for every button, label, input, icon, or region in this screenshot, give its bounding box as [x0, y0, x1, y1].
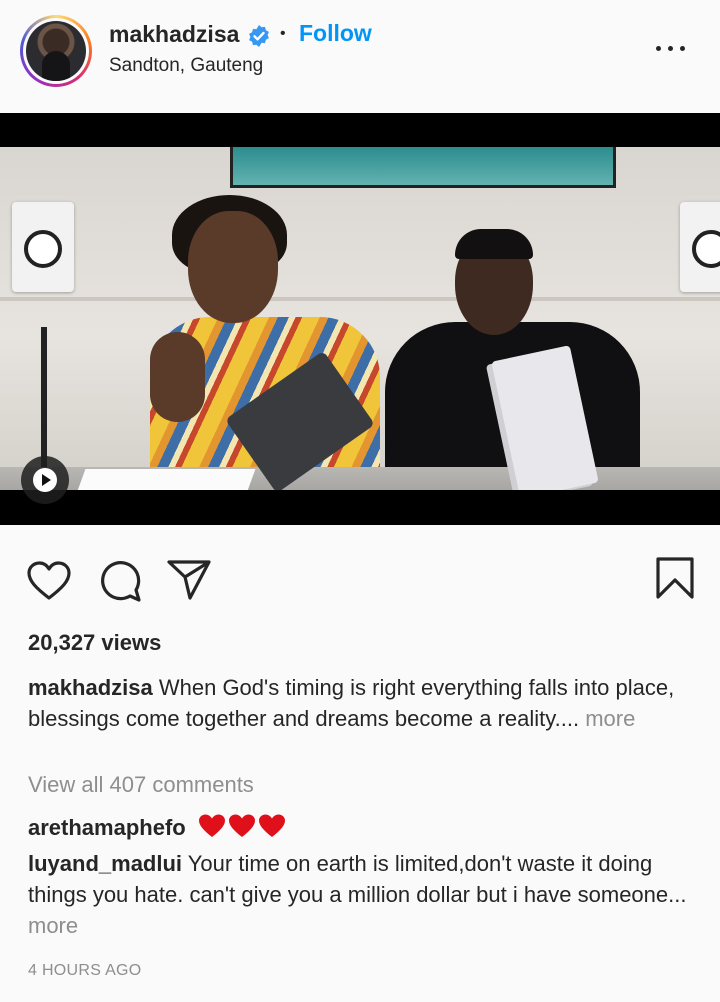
comment-username[interactable]: luyand_madlui: [28, 851, 182, 876]
separator-dot: •: [280, 25, 286, 42]
caption-username[interactable]: makhadzisa: [28, 675, 153, 700]
comment-icon[interactable]: [97, 558, 143, 604]
view-count[interactable]: 20,327 views: [28, 630, 161, 656]
share-icon[interactable]: [166, 558, 212, 602]
comment-username[interactable]: arethamaphefo: [28, 815, 186, 840]
video-player[interactable]: [0, 113, 720, 525]
avatar[interactable]: [20, 15, 92, 87]
play-icon[interactable]: [21, 456, 69, 504]
caption-more-link[interactable]: more: [585, 706, 635, 731]
speaker-right: [680, 202, 720, 292]
post-timestamp: 4 HOURS AGO: [28, 962, 142, 979]
location-link[interactable]: Sandton, Gauteng: [109, 55, 263, 77]
speaker-left: [12, 202, 74, 292]
comment-more-link[interactable]: more: [28, 913, 78, 938]
comment-item: luyand_madlui Your time on earth is limi…: [28, 848, 688, 941]
like-icon[interactable]: [26, 560, 72, 602]
more-options-icon[interactable]: [656, 46, 686, 56]
verified-icon: [249, 25, 269, 47]
action-bar: [0, 540, 720, 620]
heart-emoji-icon: [198, 814, 285, 837]
view-all-comments-link[interactable]: View all 407 comments: [28, 772, 254, 798]
video-frame: [0, 147, 720, 490]
post-header: makhadzisa • Follow Sandton, Gauteng: [0, 0, 720, 112]
follow-button[interactable]: Follow: [299, 20, 372, 47]
caption: makhadzisa When God's timing is right ev…: [28, 672, 688, 734]
username[interactable]: makhadzisa: [109, 21, 239, 48]
avatar-image: [26, 21, 86, 81]
comment-item: arethamaphefo: [28, 812, 286, 847]
comment-text-hearts: [198, 813, 286, 847]
save-icon[interactable]: [655, 556, 695, 600]
